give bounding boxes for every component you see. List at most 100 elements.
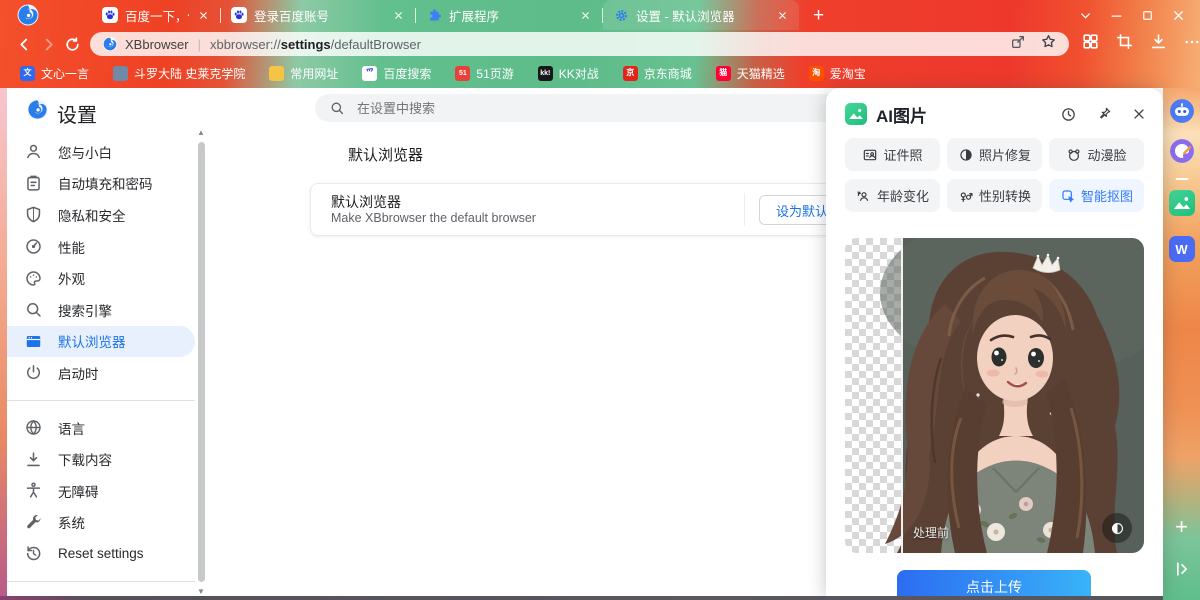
- sidebar-item-search-engine[interactable]: 搜索引擎: [7, 294, 195, 326]
- sidebar-item-label: 下载内容: [58, 453, 112, 469]
- ai-preview-image: 处理前: [845, 238, 1144, 553]
- strip-divider: [1175, 178, 1188, 180]
- sidebar-item-label: 搜索引擎: [58, 303, 112, 319]
- browser-window-icon: [24, 332, 43, 351]
- ai-image-tool-icon[interactable]: [1168, 190, 1195, 216]
- bookmark-item[interactable]: 淘爱淘宝: [808, 65, 866, 82]
- sidebar-item-downloads[interactable]: 下载内容: [7, 443, 195, 475]
- browser-name-label: XBbrowser: [125, 36, 189, 52]
- scrollbar-thumb[interactable]: [197, 142, 205, 582]
- feature-smart-cutout-button[interactable]: 智能抠图: [1049, 179, 1144, 212]
- bookmark-item[interactable]: 常用网址: [269, 65, 338, 82]
- feature-photo-restore-button[interactable]: 照片修复: [947, 138, 1042, 171]
- more-menu-icon[interactable]: [1183, 33, 1200, 56]
- address-separator: |: [197, 36, 201, 52]
- forward-icon[interactable]: [36, 32, 60, 56]
- sidebar-item-you[interactable]: 您与小白: [7, 136, 195, 168]
- sidebar-item-appearance[interactable]: 外观: [7, 262, 195, 294]
- bookmark-item[interactable]: 文文心一言: [20, 65, 89, 82]
- settings-gear-icon: [613, 7, 629, 23]
- scrollbar-up-icon[interactable]: ▲: [195, 128, 207, 137]
- bookmark-favicon: 爫: [362, 65, 378, 81]
- sidebar-item-label: 性能: [58, 240, 85, 256]
- upload-button[interactable]: 点击上传: [897, 570, 1091, 596]
- bookmark-item[interactable]: 京京东商城: [622, 65, 692, 82]
- site-favicon-icon: [102, 36, 118, 52]
- ai-image-panel: AI图片 证件照 照片修复 动漫脸 年龄变化 性别转换 智能抠图 处理前 点击上…: [826, 88, 1163, 596]
- sidebar-item-label: 您与小白: [58, 145, 112, 161]
- reload-icon[interactable]: [60, 32, 84, 56]
- share-icon[interactable]: [1010, 34, 1026, 55]
- add-app-icon[interactable]: +: [1175, 516, 1188, 538]
- ai-assistant-robot-icon[interactable]: [1169, 98, 1195, 124]
- sidebar-item-privacy[interactable]: 隐私和安全: [7, 199, 195, 231]
- tab-extensions[interactable]: 扩展程序: [416, 0, 602, 30]
- compare-toggle-button[interactable]: [1102, 513, 1132, 543]
- sidebar-item-system[interactable]: 系统: [7, 507, 195, 539]
- globe-icon: [24, 418, 43, 437]
- sidebar-item-languages[interactable]: 语言: [7, 412, 195, 444]
- address-bar[interactable]: XBbrowser | xbbrowser://settings/default…: [90, 32, 1069, 56]
- download-icon[interactable]: [1149, 32, 1168, 56]
- w-app-icon[interactable]: W: [1168, 236, 1195, 262]
- bookmark-favicon: 淘: [808, 65, 824, 81]
- screenshot-crop-icon[interactable]: [1115, 32, 1134, 56]
- tab-close-icon[interactable]: [775, 8, 789, 22]
- sidebar-item-reset[interactable]: Reset settings: [7, 538, 195, 570]
- feature-id-photo-button[interactable]: 证件照: [845, 138, 940, 171]
- tab-baidu-login[interactable]: 登录百度账号: [221, 0, 415, 30]
- sidebar-scrollbar[interactable]: ▲ ▼: [195, 128, 207, 596]
- tab-settings[interactable]: 设置 - 默认浏览器: [603, 0, 799, 30]
- sidebar-item-startup[interactable]: 启动时: [7, 357, 195, 389]
- ai-image-logo-icon: [845, 103, 867, 125]
- pin-icon[interactable]: [1096, 106, 1112, 122]
- tab-close-icon[interactable]: [578, 8, 592, 22]
- tab-baidu-home[interactable]: 百度一下，你就知道: [92, 0, 220, 30]
- before-after-divider[interactable]: [901, 238, 903, 553]
- bookmark-favicon: [269, 65, 285, 81]
- new-tab-button[interactable]: +: [813, 6, 824, 25]
- tab-groups-grid-icon[interactable]: [1081, 32, 1100, 56]
- sidebar-item-default-browser[interactable]: 默认浏览器: [7, 325, 195, 358]
- window-controls: [1078, 8, 1186, 23]
- bookmark-item[interactable]: 斗罗大陆 史莱克学院: [113, 65, 245, 82]
- window-maximize-icon[interactable]: [1140, 8, 1155, 23]
- desktop-edge-sliver: [0, 88, 7, 596]
- power-icon: [24, 363, 43, 382]
- close-icon[interactable]: [1131, 106, 1147, 122]
- card-divider: [744, 193, 745, 226]
- bookmark-favicon: 51: [455, 65, 471, 81]
- settings-nav: 您与小白 自动填充和密码 隐私和安全 性能 外观 搜索引擎 默认浏览器 启动时 …: [7, 136, 195, 600]
- reset-history-icon: [24, 544, 43, 563]
- scrollbar-down-icon[interactable]: ▼: [195, 587, 207, 596]
- speedometer-icon: [24, 237, 43, 256]
- back-icon[interactable]: [12, 32, 36, 56]
- navigation-toolbar: XBbrowser | xbbrowser://settings/default…: [0, 30, 1200, 58]
- sidebar-item-autofill[interactable]: 自动填充和密码: [7, 168, 195, 200]
- bookmark-item[interactable]: 51 51页游: [455, 65, 514, 82]
- person-icon: [24, 142, 43, 161]
- window-minimize-icon[interactable]: [1109, 8, 1124, 23]
- tab-close-icon[interactable]: [196, 8, 210, 22]
- history-clock-icon[interactable]: [1060, 106, 1077, 123]
- feature-anime-face-button[interactable]: 动漫脸: [1049, 138, 1144, 171]
- feature-gender-swap-button[interactable]: 性别转换: [947, 179, 1042, 212]
- ai-paint-palette-icon[interactable]: [1169, 138, 1195, 164]
- window-close-icon[interactable]: [1171, 8, 1186, 23]
- sidebar-item-accessibility[interactable]: 无障碍: [7, 475, 195, 507]
- sidebar-item-label: Reset settings: [58, 546, 144, 562]
- collapse-strip-icon[interactable]: [1169, 556, 1195, 582]
- sidebar-item-performance[interactable]: 性能: [7, 231, 195, 263]
- sidebar-item-label: 隐私和安全: [58, 208, 126, 224]
- bookmark-item[interactable]: 爫百度搜索: [362, 65, 431, 82]
- bookmark-star-icon[interactable]: [1040, 33, 1057, 55]
- sidebar-item-label: 自动填充和密码: [58, 177, 153, 193]
- bookmark-item[interactable]: kk! KK对战: [537, 65, 599, 82]
- browser-logo-icon[interactable]: [16, 3, 40, 27]
- bookmark-item[interactable]: 猫天猫精选: [715, 65, 785, 82]
- feature-age-change-button[interactable]: 年龄变化: [845, 179, 940, 212]
- window-collapse-icon[interactable]: [1078, 8, 1093, 23]
- tab-close-icon[interactable]: [391, 8, 405, 22]
- shield-icon: [24, 205, 43, 224]
- url-text: xbbrowser://settings/defaultBrowser: [209, 36, 421, 52]
